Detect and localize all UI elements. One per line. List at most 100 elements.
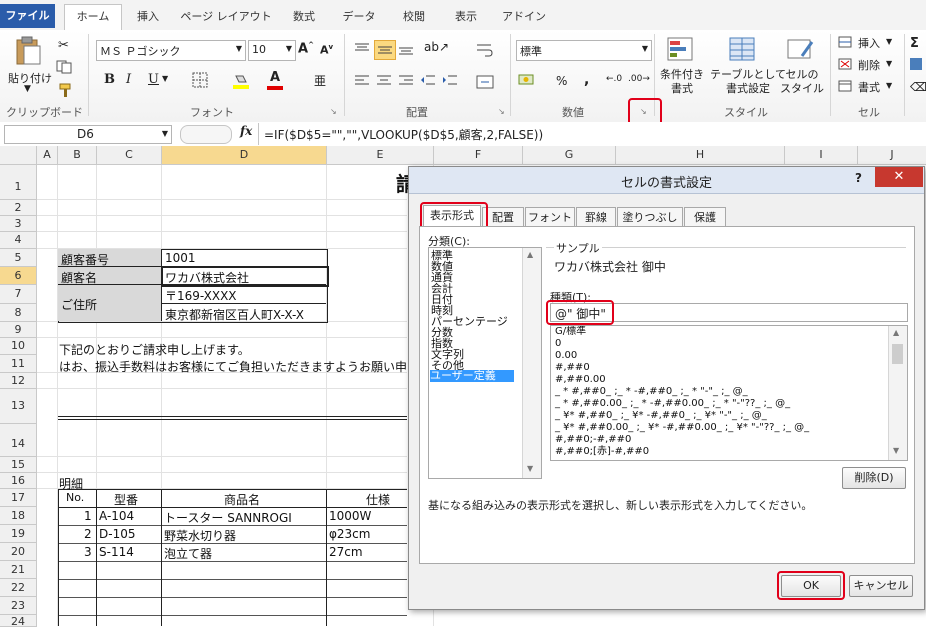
format-item[interactable]: G/標準 xyxy=(555,326,586,337)
cust-no-cell[interactable]: 1001 xyxy=(165,251,196,265)
row-header-8[interactable]: 8 xyxy=(0,304,37,322)
bold-button[interactable]: B xyxy=(104,72,115,87)
chevron-down-icon[interactable]: ▼ xyxy=(162,129,168,138)
header-name[interactable]: 商品名 xyxy=(224,491,260,508)
category-item-selected[interactable]: ユーザー定義 xyxy=(430,370,514,382)
orientation-icon[interactable]: ab↗ xyxy=(424,40,449,54)
item-code[interactable]: D-105 xyxy=(99,527,135,541)
format-cells-button[interactable]: 書式 xyxy=(858,79,880,95)
insert-cells-icon[interactable] xyxy=(838,36,852,48)
format-listbox[interactable]: G/標準 0 0.00 #,##0 #,##0.00 _ * #,##0_ ;_… xyxy=(550,325,908,461)
category-listbox[interactable]: 標準 数値 通貨 会計 日付 時刻 パーセンテージ 分数 指数 文字列 その他 … xyxy=(428,247,542,479)
increase-indent-icon[interactable] xyxy=(442,74,458,88)
dialog-title-bar[interactable]: セルの書式設定 ? ✕ xyxy=(409,167,924,194)
number-format-combo[interactable]: 標準 ▼ xyxy=(516,40,652,61)
format-item[interactable]: 0.00 xyxy=(555,350,577,361)
chevron-down-icon[interactable]: ▼ xyxy=(886,81,892,90)
row-header-14[interactable]: 14 xyxy=(0,424,37,457)
fill-color-icon[interactable] xyxy=(232,72,250,90)
clear-icon[interactable]: ⌫ xyxy=(910,80,926,94)
formula-input[interactable]: =IF($D$5="","",VLOOKUP($D$5,顧客,2,FALSE)) xyxy=(264,126,543,143)
select-all-corner[interactable] xyxy=(0,146,37,165)
align-bottom-icon[interactable] xyxy=(398,42,414,56)
row-header-4[interactable]: 4 xyxy=(0,232,37,249)
delete-cells-icon[interactable] xyxy=(838,58,852,70)
cell-styles-icon[interactable] xyxy=(786,36,816,64)
tab-font[interactable]: フォント xyxy=(525,207,575,227)
item-spec[interactable]: 1000W xyxy=(329,509,371,523)
address-cell[interactable]: 東京都新宿区百人町X-X-X xyxy=(165,306,304,323)
col-header-c[interactable]: C xyxy=(97,146,162,165)
tab-formulas[interactable]: 数式 xyxy=(282,6,326,28)
col-header-e[interactable]: E xyxy=(327,146,434,165)
help-button[interactable]: ? xyxy=(855,171,862,185)
chevron-down-icon[interactable]: ▼ xyxy=(162,74,168,83)
comma-style-button[interactable]: , xyxy=(584,72,589,88)
row-header-1[interactable]: 1 xyxy=(0,165,37,200)
shrink-font-icon[interactable]: Av xyxy=(320,43,333,57)
row-header-13[interactable]: 13 xyxy=(0,389,37,424)
scroll-down-icon[interactable]: ▼ xyxy=(893,446,899,455)
format-as-table-icon[interactable] xyxy=(728,36,758,64)
item-no[interactable]: 3 xyxy=(84,545,92,559)
cancel-button[interactable]: キャンセル xyxy=(849,575,913,597)
grow-font-icon[interactable]: A^ xyxy=(298,41,314,56)
tab-home[interactable]: ホーム xyxy=(64,4,122,30)
message-row-11[interactable]: はお、振込手数料はお客様にてご負担いただきますようお願い申 xyxy=(59,358,407,375)
col-header-i[interactable]: I xyxy=(785,146,858,165)
format-as-table-button[interactable]: テーブルとして 書式設定 xyxy=(710,68,786,96)
wrap-text-icon[interactable] xyxy=(476,42,494,58)
row-header-9[interactable]: 9 xyxy=(0,322,37,338)
accounting-format-icon[interactable] xyxy=(518,72,540,90)
row-header-17[interactable]: 17 xyxy=(0,489,37,507)
underline-button[interactable]: U xyxy=(148,72,159,87)
item-spec[interactable]: φ23cm xyxy=(329,527,370,541)
format-scrollbar[interactable]: ▲ ▼ xyxy=(888,326,907,460)
delete-format-button[interactable]: 削除(D) xyxy=(842,467,906,489)
merge-center-icon[interactable] xyxy=(476,74,494,90)
row-header-2[interactable]: 2 xyxy=(0,200,37,216)
insert-function-button[interactable]: fx xyxy=(240,124,252,138)
scroll-down-icon[interactable]: ▼ xyxy=(527,464,533,473)
cust-no-label[interactable]: 顧客番号 xyxy=(61,251,109,268)
format-item[interactable]: _ ¥* #,##0_ ;_ ¥* -#,##0_ ;_ ¥* "-"_ ;_ … xyxy=(555,410,767,421)
tab-alignment[interactable]: 配置 xyxy=(482,207,524,227)
item-name[interactable]: 野菜水切り器 xyxy=(164,527,236,544)
dialog-launcher-icon[interactable]: ↘ xyxy=(498,107,505,116)
decrease-indent-icon[interactable] xyxy=(420,74,436,88)
item-no[interactable]: 2 xyxy=(84,527,92,541)
message-row-10[interactable]: 下記のとおりご請求申し上げます。 xyxy=(59,341,250,358)
item-code[interactable]: A-104 xyxy=(99,509,134,523)
chevron-down-icon[interactable]: ▼ xyxy=(886,37,892,46)
cut-icon[interactable]: ✂ xyxy=(58,38,69,53)
formula-bar-splitter[interactable] xyxy=(180,125,232,144)
format-item[interactable]: #,##0 xyxy=(555,362,590,373)
chevron-down-icon[interactable]: ▼ xyxy=(642,44,648,53)
format-item[interactable]: _ ¥* #,##0.00_ ;_ ¥* -#,##0.00_ ;_ ¥* "-… xyxy=(555,422,809,433)
format-cells-icon[interactable] xyxy=(838,80,852,92)
row-header-23[interactable]: 23 xyxy=(0,597,37,615)
col-header-h[interactable]: H xyxy=(616,146,785,165)
align-left-icon[interactable] xyxy=(354,74,370,88)
phonetic-icon[interactable]: 亜 xyxy=(314,72,326,89)
zip-cell[interactable]: 〒169-XXXX xyxy=(165,287,237,304)
chevron-down-icon[interactable]: ▼ xyxy=(236,44,242,53)
fill-icon[interactable] xyxy=(910,58,922,70)
cell-styles-button[interactable]: セルの スタイル xyxy=(780,68,824,96)
tab-border[interactable]: 罫線 xyxy=(576,207,616,227)
format-item[interactable]: #,##0;[赤]-#,##0 xyxy=(555,446,649,457)
copy-icon[interactable] xyxy=(56,60,74,74)
chevron-down-icon[interactable]: ▼ xyxy=(886,59,892,68)
tab-review[interactable]: 校閲 xyxy=(392,6,436,28)
cust-name-cell[interactable]: ワカバ株式会社 xyxy=(165,269,249,286)
italic-button[interactable]: I xyxy=(126,72,131,87)
conditional-formatting-button[interactable]: 条件付き 書式 xyxy=(660,68,704,96)
header-no[interactable]: No. xyxy=(66,491,84,504)
col-header-f[interactable]: F xyxy=(434,146,523,165)
row-header-22[interactable]: 22 xyxy=(0,579,37,597)
format-item[interactable]: _ * #,##0.00_ ;_ * -#,##0.00_ ;_ * "-"??… xyxy=(555,398,790,409)
scroll-up-icon[interactable]: ▲ xyxy=(893,328,899,337)
align-middle-icon[interactable] xyxy=(374,40,396,60)
scroll-up-icon[interactable]: ▲ xyxy=(527,250,533,259)
chevron-down-icon[interactable]: ▼ xyxy=(286,44,292,53)
